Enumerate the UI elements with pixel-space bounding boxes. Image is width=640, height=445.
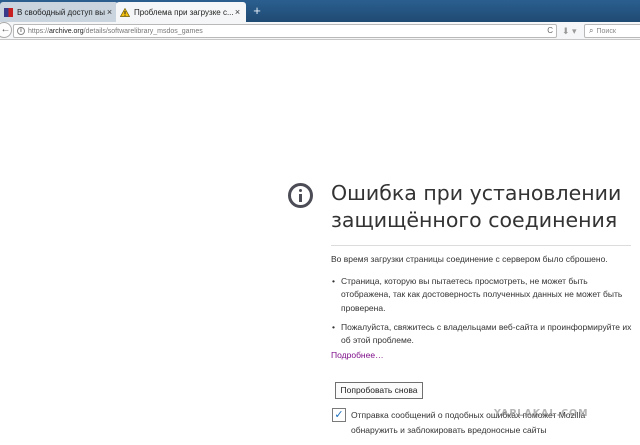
url-text: https://archive.org/details/softwarelibr… (28, 28, 203, 35)
download-button[interactable]: ⬇ ▾ (562, 26, 580, 37)
search-input[interactable]: ⌕ Поиск (584, 24, 640, 38)
page-title-line2: защищённого соединения (331, 208, 618, 232)
tab-strip: В свободный доступ выл... × Проблема при… (0, 0, 640, 22)
url-host: archive.org (49, 27, 84, 35)
back-button[interactable]: ← (0, 22, 12, 38)
site-favicon-icon (4, 7, 13, 17)
info-icon (288, 183, 313, 208)
tab-close-icon[interactable]: × (233, 7, 242, 17)
list-item: Пожалуйста, свяжитесь с владельцами веб-… (331, 321, 636, 348)
navigation-bar: ← i https://archive.org/details/software… (0, 22, 640, 40)
tab-title: Проблема при загрузке с... (134, 7, 233, 17)
reload-icon[interactable]: C (547, 25, 553, 37)
url-scheme: https:// (28, 27, 50, 35)
page-title-line1: Ошибка при установлении (331, 181, 622, 205)
tab-archive-news[interactable]: В свободный доступ выл... × (0, 2, 118, 22)
search-icon: ⌕ (589, 26, 594, 35)
url-path: /details/softwarelibrary_msdos_games (83, 27, 203, 35)
watermark: YAPLAKAL.COM (494, 408, 589, 419)
tab-error-page[interactable]: Проблема при загрузке с... × (116, 2, 246, 22)
divider (331, 245, 631, 246)
learn-more-link[interactable]: Подробнее… (331, 350, 384, 360)
list-item: Страница, которую вы пытаетесь просмотре… (331, 275, 636, 315)
error-details-list: Страница, которую вы пытаетесь просмотре… (331, 275, 636, 353)
error-description: Во время загрузки страницы соединение с … (331, 254, 608, 264)
url-bar[interactable]: i https://archive.org/details/softwareli… (13, 24, 557, 38)
search-placeholder: Поиск (596, 27, 616, 35)
page-title: Ошибка при установлении защищённого соед… (331, 180, 631, 234)
warning-icon (120, 7, 130, 17)
tab-close-icon[interactable]: × (105, 7, 114, 17)
tab-title: В свободный доступ выл... (17, 7, 105, 17)
new-tab-button[interactable]: + (250, 3, 264, 19)
checkmark-icon: ✓ (334, 409, 344, 421)
report-errors-checkbox[interactable]: ✓ (332, 408, 346, 422)
try-again-button[interactable]: Попробовать снова (335, 382, 423, 399)
site-info-icon[interactable]: i (17, 27, 25, 35)
